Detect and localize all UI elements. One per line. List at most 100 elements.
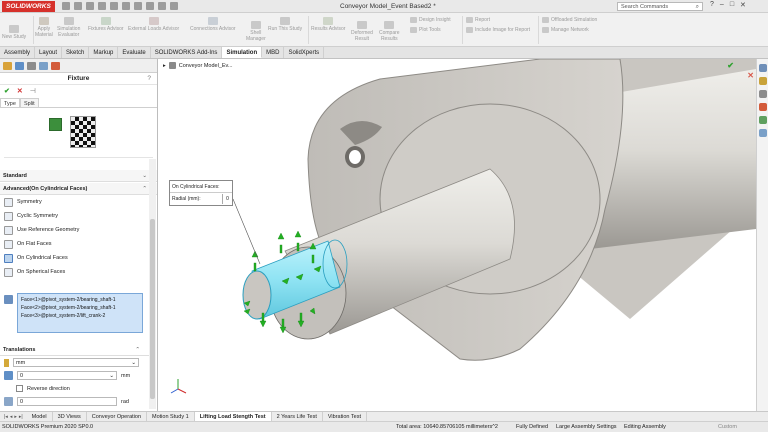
offloaded-simulation-button[interactable]: Offloaded Simulation xyxy=(542,17,597,23)
radial-icon[interactable] xyxy=(4,371,13,380)
help-icon[interactable]: ? xyxy=(147,73,151,85)
solidworks-logo[interactable]: SOLIDWORKS xyxy=(2,1,55,12)
file-explorer-icon[interactable] xyxy=(758,90,767,98)
tab-sketch[interactable]: Sketch xyxy=(62,47,90,58)
connections-advisor-button[interactable]: Connections Advisor xyxy=(190,17,236,32)
external-loads-advisor-button[interactable]: External Loads Advisor xyxy=(128,17,179,32)
search-commands-input[interactable]: Search Commands ⌕ xyxy=(617,2,703,11)
print-icon[interactable] xyxy=(110,2,118,10)
ok-check-icon[interactable]: ✔ xyxy=(4,87,10,95)
shell-manager-button[interactable]: Shell Manager xyxy=(246,21,266,42)
tab-lifting-load-test[interactable]: Lifting Load Stength Test xyxy=(194,411,272,422)
chevron-down-icon[interactable]: ⌄ xyxy=(142,170,147,182)
tab-3d-views[interactable]: 3D Views xyxy=(53,411,87,422)
apply-material-button[interactable]: Apply Material xyxy=(35,17,53,38)
option-symmetry[interactable]: Symmetry xyxy=(0,195,157,209)
list-item[interactable]: Face<1>@pivot_system-2/bearing_shaft-1 xyxy=(21,296,139,304)
value-input[interactable]: 0 ⌄ xyxy=(17,371,117,380)
configuration-icon[interactable] xyxy=(27,62,36,70)
tab-markup[interactable]: Markup xyxy=(89,47,119,58)
plot-tools-button[interactable]: Plot Tools xyxy=(410,27,441,33)
panel-scrollbar[interactable] xyxy=(149,159,156,409)
standard-section[interactable]: Standard ⌄ xyxy=(0,170,157,182)
last-tab-icon[interactable]: ▸| xyxy=(19,414,23,420)
property-manager-icon[interactable] xyxy=(15,62,24,70)
search-icon[interactable]: ⌕ xyxy=(696,3,699,11)
option-reference-geometry[interactable]: Use Reference Geometry xyxy=(0,223,157,237)
option-flat-faces[interactable]: On Flat Faces xyxy=(0,237,157,251)
scrollbar-thumb[interactable] xyxy=(150,219,155,399)
include-image-button[interactable]: Include Image for Report xyxy=(466,27,530,33)
option-cyclic-symmetry[interactable]: Cyclic Symmetry xyxy=(0,209,157,223)
reverse-direction-checkbox[interactable] xyxy=(16,385,23,392)
chevron-up-icon[interactable]: ⌃ xyxy=(142,183,147,195)
close-button[interactable]: ✕ xyxy=(740,1,746,9)
help-button[interactable]: ? xyxy=(710,1,714,9)
tab-conveyor-operation[interactable]: Conveyor Operation xyxy=(87,411,148,422)
pin-icon[interactable]: ⊣ xyxy=(30,87,36,95)
new-file-icon[interactable] xyxy=(74,2,82,10)
display-manager-icon[interactable] xyxy=(51,62,60,70)
assembly-settings[interactable]: Large Assembly Settings xyxy=(556,422,617,432)
dimxpert-icon[interactable] xyxy=(39,62,48,70)
units-select[interactable]: mm ⌄ xyxy=(13,358,139,367)
subtab-split[interactable]: Split xyxy=(19,98,39,107)
file-properties-icon[interactable] xyxy=(158,2,166,10)
chevron-up-icon[interactable]: ⌃ xyxy=(135,344,140,356)
design-insight-button[interactable]: Design Insight xyxy=(410,17,451,23)
run-this-study-button[interactable]: Run This Study xyxy=(268,17,302,32)
options-gear-icon[interactable] xyxy=(170,2,178,10)
fixtures-advisor-button[interactable]: Fixtures Advisor xyxy=(88,17,124,32)
angle-input[interactable]: 0 xyxy=(17,397,117,406)
manage-network-button[interactable]: Manage Network xyxy=(542,27,589,33)
feature-tree-icon[interactable] xyxy=(3,62,12,70)
tab-simulation[interactable]: Simulation xyxy=(222,47,263,58)
save-icon[interactable] xyxy=(98,2,106,10)
forum-icon[interactable] xyxy=(758,129,767,137)
tab-addins[interactable]: SOLIDWORKS Add-Ins xyxy=(151,47,223,58)
3d-model-view[interactable] xyxy=(160,59,756,411)
subtab-type[interactable]: Type xyxy=(0,98,20,107)
minimize-button[interactable]: – xyxy=(720,1,724,9)
tab-motion-study[interactable]: Motion Study 1 xyxy=(147,411,195,422)
option-cylindrical-faces[interactable]: On Cylindrical Faces xyxy=(0,251,157,265)
fixed-geometry-icon[interactable] xyxy=(49,118,62,131)
simulation-evaluator-button[interactable]: Simulation Evaluator xyxy=(57,17,80,38)
select-icon[interactable] xyxy=(134,2,142,10)
list-item[interactable]: Face<3>@pivot_system-2/lift_crank-2 xyxy=(21,312,139,320)
tab-model[interactable]: Model xyxy=(27,411,53,422)
tab-assembly[interactable]: Assembly xyxy=(0,47,36,58)
new-study-button[interactable]: New Study xyxy=(2,25,26,40)
compare-results-button[interactable]: Compare Results xyxy=(379,21,400,42)
resources-icon[interactable] xyxy=(758,64,767,72)
feature-tree-flyout[interactable]: ▸ Conveyor Model_Ev... xyxy=(163,62,232,69)
units-custom[interactable]: Custom xyxy=(718,422,737,432)
option-spherical-faces[interactable]: On Spherical Faces xyxy=(0,265,157,279)
tab-scroll-arrows[interactable]: |◂ ◂ ▸ ▸| xyxy=(0,414,27,420)
list-item[interactable]: Face<2>@pivot_system-2/bearing_shaft-1 xyxy=(21,304,139,312)
tab-evaluate[interactable]: Evaluate xyxy=(118,47,151,58)
expand-arrow-icon[interactable]: ▸ xyxy=(163,63,166,69)
tab-vibration-test[interactable]: Vibration Test xyxy=(323,411,367,422)
graphics-viewport[interactable]: ▸ Conveyor Model_Ev... On Cylindrical Fa… xyxy=(160,59,756,411)
next-tab-icon[interactable]: ▸ xyxy=(14,414,17,420)
design-library-icon[interactable] xyxy=(758,77,767,85)
spinner-icon[interactable]: ⌄ xyxy=(109,372,114,380)
open-file-icon[interactable] xyxy=(86,2,94,10)
angle-icon[interactable] xyxy=(4,397,13,406)
cancel-x-icon[interactable]: ✕ xyxy=(747,71,754,80)
custom-properties-icon[interactable] xyxy=(758,116,767,124)
chevron-down-icon[interactable]: ⌄ xyxy=(131,359,136,367)
rebuild-icon[interactable] xyxy=(146,2,154,10)
fixture-callout[interactable]: On Cylindrical Faces: Radial (mm): 0 xyxy=(169,180,233,206)
report-button[interactable]: Report xyxy=(466,17,490,23)
reverse-direction-row[interactable]: Reverse direction xyxy=(0,382,150,395)
translations-section[interactable]: Translations ⌃ xyxy=(0,344,150,356)
appearances-icon[interactable] xyxy=(758,103,767,111)
radial-value[interactable]: 0 xyxy=(222,194,232,204)
tab-mbd[interactable]: MBD xyxy=(262,47,285,58)
deformed-result-button[interactable]: Deformed Result xyxy=(351,21,373,42)
home-icon[interactable] xyxy=(62,2,70,10)
tab-solidxperts[interactable]: SolidXperts xyxy=(284,47,325,58)
tab-life-test[interactable]: 2 Years Life Test xyxy=(272,411,323,422)
